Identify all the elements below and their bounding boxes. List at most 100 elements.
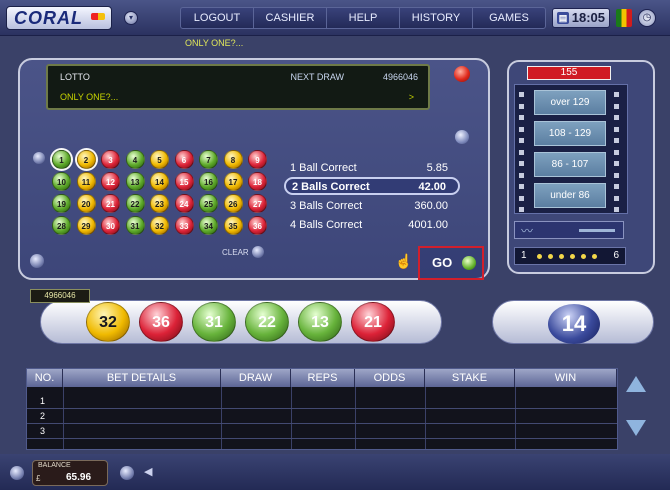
eye-icon[interactable] bbox=[10, 466, 24, 480]
zigzag-icon: 〰 bbox=[521, 224, 534, 238]
odds-row-1[interactable]: 1 Ball Correct 5.85 bbox=[284, 160, 460, 178]
number-ball[interactable]: 17 bbox=[223, 172, 243, 191]
sound-icon[interactable]: ◀ bbox=[144, 465, 158, 479]
refresh-icon[interactable] bbox=[120, 466, 134, 480]
number-ball[interactable]: 9 bbox=[248, 150, 267, 169]
number-ball[interactable]: 6 bbox=[174, 150, 194, 169]
odds-label: 2 Balls Correct bbox=[292, 181, 370, 193]
odds-label: 3 Balls Correct bbox=[290, 200, 363, 212]
col-divider bbox=[63, 387, 64, 449]
drawn-ball: 13 bbox=[298, 302, 342, 342]
number-ball[interactable]: 7 bbox=[199, 150, 218, 169]
row-divider bbox=[27, 408, 617, 409]
balance-label: BALANCE bbox=[38, 462, 71, 469]
tower-tick bbox=[614, 172, 619, 178]
number-ball[interactable]: 33 bbox=[174, 216, 194, 235]
coral-logo: CORAL bbox=[6, 6, 112, 30]
grid-marker-icon bbox=[33, 152, 45, 164]
odds-value: 4001.00 bbox=[408, 219, 448, 231]
info-arrow-icon[interactable]: > bbox=[409, 92, 414, 102]
number-selection-grid: 1 2 3 4 5 6 7 8 9 10 11 12 13 14 15 16 17 18 19 20 21 22 23 24 2… bbox=[52, 150, 272, 242]
scroll-down-arrow-icon[interactable] bbox=[626, 420, 646, 436]
nav-logout[interactable]: LOGOUT bbox=[181, 8, 254, 28]
number-ball[interactable]: 5 bbox=[150, 150, 169, 169]
tower-tick bbox=[614, 184, 619, 189]
go-button[interactable]: GO bbox=[418, 246, 484, 280]
draw-number: 4966046 bbox=[30, 289, 90, 303]
odds-row-4[interactable]: 4 Balls Correct 4001.00 bbox=[284, 217, 460, 235]
tower-tick bbox=[519, 149, 524, 155]
nav-games[interactable]: GAMES bbox=[473, 8, 545, 28]
tower-option-108-129[interactable]: 108 - 129 bbox=[534, 121, 606, 146]
logo-text: CORAL bbox=[14, 8, 83, 28]
tower-tick bbox=[614, 115, 619, 120]
number-ball[interactable]: 4 bbox=[125, 150, 145, 169]
odds-row-2[interactable]: 2 Balls Correct 42.00 bbox=[284, 177, 460, 195]
table-row[interactable]: 1 bbox=[40, 396, 45, 406]
number-ball[interactable]: 22 bbox=[125, 194, 145, 213]
tower-tick bbox=[614, 103, 619, 109]
number-ball[interactable]: 11 bbox=[76, 172, 96, 191]
number-ball[interactable]: 12 bbox=[101, 172, 120, 191]
nav-help[interactable]: HELP bbox=[327, 8, 400, 28]
tower-option-over-129[interactable]: over 129 bbox=[534, 90, 606, 115]
number-ball[interactable]: 16 bbox=[199, 172, 218, 191]
nav-cashier[interactable]: CASHIER bbox=[254, 8, 327, 28]
tower-tick bbox=[519, 103, 524, 109]
number-ball[interactable]: 25 bbox=[199, 194, 218, 213]
range-max: 6 bbox=[613, 250, 619, 261]
number-ball[interactable]: 35 bbox=[223, 216, 243, 235]
number-ball[interactable]: 29 bbox=[76, 216, 96, 235]
tower-option-under-86[interactable]: under 86 bbox=[534, 183, 606, 208]
tower-tick bbox=[519, 138, 524, 143]
number-ball[interactable]: 31 bbox=[125, 216, 145, 235]
number-ball[interactable]: 28 bbox=[52, 216, 71, 235]
back-button[interactable] bbox=[30, 254, 44, 268]
range-dots bbox=[537, 254, 597, 259]
logo-flag-icon bbox=[91, 13, 105, 20]
number-ball[interactable]: 27 bbox=[248, 194, 267, 213]
menu-toggle-button[interactable]: ▾ bbox=[124, 11, 138, 25]
number-ball[interactable]: 32 bbox=[150, 216, 169, 235]
balance-value: 65.96 bbox=[66, 472, 92, 483]
number-ball[interactable]: 15 bbox=[174, 172, 194, 191]
flat-line-icon bbox=[579, 229, 615, 232]
drawn-ball: 22 bbox=[245, 302, 289, 342]
number-ball[interactable]: 1 bbox=[52, 150, 71, 169]
number-ball[interactable]: 30 bbox=[101, 216, 120, 235]
status-light-icon bbox=[454, 66, 470, 82]
info-display: LOTTO NEXT DRAW 4966046 ONLY ONE?... > bbox=[46, 64, 430, 110]
scroll-up-arrow-icon[interactable] bbox=[626, 376, 646, 392]
number-ball[interactable]: 13 bbox=[125, 172, 145, 191]
col-divider bbox=[291, 387, 292, 449]
number-ball[interactable]: 2 bbox=[76, 150, 96, 169]
number-ball[interactable]: 3 bbox=[101, 150, 120, 169]
number-ball[interactable]: 10 bbox=[52, 172, 71, 191]
options-button[interactable] bbox=[455, 130, 469, 144]
number-ball[interactable]: 8 bbox=[223, 150, 243, 169]
number-ball[interactable]: 21 bbox=[101, 194, 120, 213]
nav-history[interactable]: HISTORY bbox=[400, 8, 473, 28]
tower-tick bbox=[614, 92, 619, 97]
number-ball[interactable]: 20 bbox=[76, 194, 96, 213]
number-ball[interactable]: 18 bbox=[248, 172, 267, 191]
tower-toggle[interactable]: 〰 bbox=[514, 221, 624, 239]
number-ball[interactable]: 24 bbox=[174, 194, 194, 213]
tower-range-slider[interactable]: 1 6 bbox=[514, 247, 626, 265]
number-ball[interactable]: 19 bbox=[52, 194, 71, 213]
number-ball[interactable]: 14 bbox=[150, 172, 169, 191]
table-row[interactable]: 2 bbox=[40, 411, 45, 421]
number-ball[interactable]: 36 bbox=[248, 216, 267, 235]
clear-button[interactable] bbox=[252, 246, 264, 258]
number-ball[interactable]: 26 bbox=[223, 194, 243, 213]
timer-icon[interactable]: ◷ bbox=[638, 9, 656, 27]
game-name: LOTTO bbox=[60, 72, 90, 82]
tower-option-86-107[interactable]: 86 - 107 bbox=[534, 152, 606, 177]
drawn-ball: 36 bbox=[139, 302, 183, 342]
table-row[interactable]: 3 bbox=[40, 426, 45, 436]
language-flag-icon[interactable] bbox=[616, 9, 632, 27]
number-ball[interactable]: 23 bbox=[150, 194, 169, 213]
odds-row-3[interactable]: 3 Balls Correct 360.00 bbox=[284, 198, 460, 216]
tower-tick bbox=[614, 195, 619, 201]
number-ball[interactable]: 34 bbox=[199, 216, 218, 235]
